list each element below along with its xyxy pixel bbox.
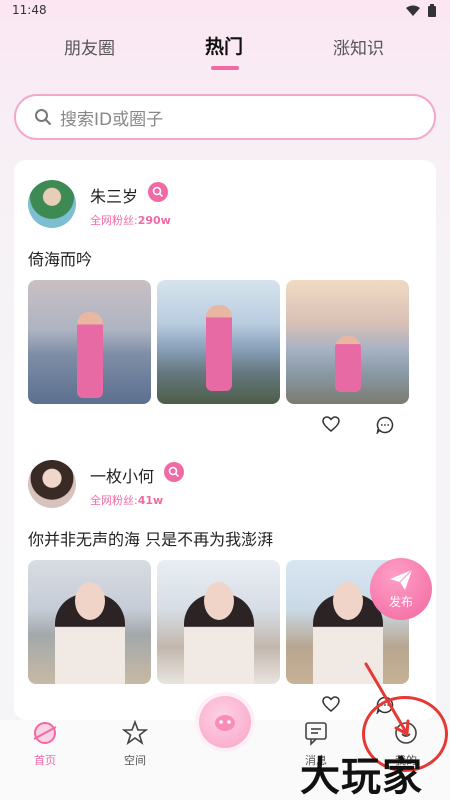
like-heart-icon[interactable] [322, 696, 340, 712]
send-paper-plane-icon [390, 569, 413, 590]
avatar[interactable] [28, 460, 76, 508]
status-bar: 11:48 [0, 0, 450, 22]
status-time: 11:48 [12, 3, 47, 17]
publish-button[interactable]: 发布 [370, 558, 432, 620]
like-heart-icon[interactable] [322, 416, 340, 432]
username[interactable]: 朱三岁 [90, 183, 138, 207]
nav-home[interactable]: 首页 [15, 720, 75, 768]
tab-hot[interactable]: 热门 [205, 32, 243, 59]
tab-knowledge[interactable]: 涨知识 [333, 34, 384, 59]
center-action-button[interactable] [199, 696, 251, 748]
battery-icon [428, 4, 436, 17]
nav-space[interactable]: 空间 [105, 719, 165, 768]
post-photo[interactable] [28, 280, 151, 404]
post-photo[interactable] [157, 280, 280, 404]
fans-count: 全网粉丝:290w [90, 214, 171, 227]
home-planet-icon [33, 722, 57, 744]
post-photo[interactable] [28, 560, 151, 684]
message-icon [305, 722, 327, 746]
publish-label: 发布 [388, 594, 413, 609]
nav-space-label: 空间 [124, 754, 146, 767]
verified-badge-icon [164, 462, 184, 482]
search-placeholder: 搜索ID或圈子 [60, 109, 164, 130]
status-icons [406, 4, 436, 17]
comment-icon[interactable] [376, 416, 394, 434]
top-tabs: 朋友圈 热门 涨知识 [0, 28, 450, 74]
search-input[interactable]: 搜索ID或圈子 [14, 94, 436, 140]
wifi-icon [406, 5, 420, 16]
star-icon [121, 719, 149, 746]
nav-home-label: 首页 [34, 754, 56, 767]
pig-face-icon [215, 715, 235, 731]
post-text: 你并非无声的海 只是不再为我澎湃 [28, 530, 274, 549]
avatar[interactable] [28, 180, 76, 228]
tab-friends-circle[interactable]: 朋友圈 [64, 34, 115, 59]
search-icon [35, 109, 51, 125]
watermark: 大玩家 [300, 754, 423, 800]
username[interactable]: 一枚小何 [90, 463, 154, 487]
post-text: 倚海而吟 [28, 250, 93, 269]
photo-grid [28, 280, 424, 404]
post-actions [322, 416, 394, 434]
post-photo[interactable] [157, 560, 280, 684]
verified-badge-icon [148, 182, 168, 202]
post-photo[interactable] [286, 280, 409, 404]
fans-count: 全网粉丝:41w [90, 494, 164, 507]
active-tab-indicator [211, 66, 239, 70]
